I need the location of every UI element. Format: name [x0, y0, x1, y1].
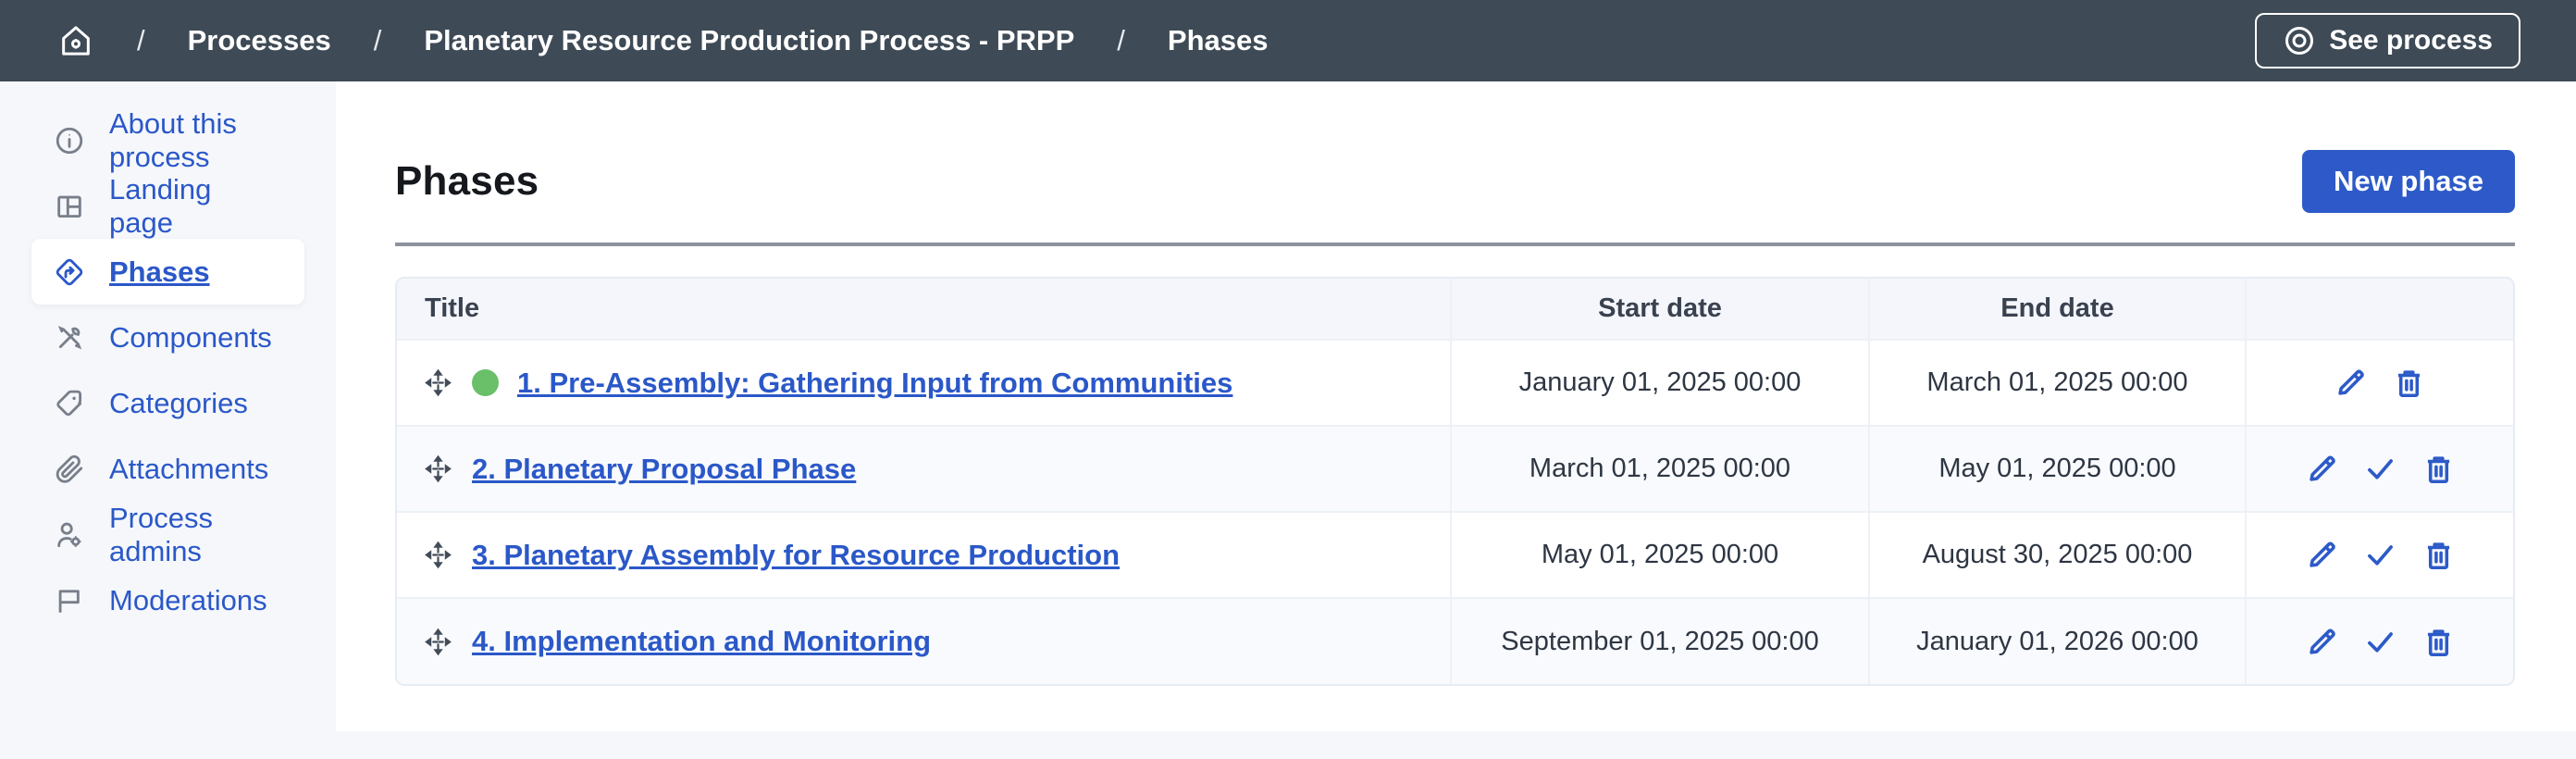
topbar: / Processes / Planetary Resource Product…: [0, 0, 2576, 81]
sidebar-item-label: About this process: [109, 107, 282, 174]
sidebar-item-attachments[interactable]: Attachments: [31, 436, 304, 502]
trash-icon: [2421, 538, 2456, 572]
breadcrumb-separator: /: [374, 24, 382, 57]
new-phase-button[interactable]: New phase: [2302, 150, 2515, 213]
drag-handle[interactable]: [423, 454, 453, 484]
start-date: March 01, 2025 00:00: [1451, 426, 1869, 512]
end-date: August 30, 2025 00:00: [1869, 512, 2246, 598]
trash-icon: [2421, 625, 2456, 659]
eye-icon: [2283, 24, 2316, 57]
main-content: Phases New phase Title Start date End da…: [336, 81, 2576, 731]
see-process-label: See process: [2329, 25, 2493, 56]
move-icon: [423, 627, 453, 657]
edit-phase-button[interactable]: [2305, 538, 2339, 572]
sidebar-item-landing-page[interactable]: Landing page: [31, 173, 304, 239]
table-header-row: Title Start date End date: [397, 279, 2513, 340]
header-end-date: End date: [1869, 279, 2246, 340]
pencil-icon: [2334, 366, 2368, 400]
breadcrumb-separator: /: [1117, 24, 1125, 57]
sidebar-item-label: Moderations: [109, 584, 267, 617]
breadcrumb-separator: /: [137, 24, 145, 57]
pencil-icon: [2305, 625, 2339, 659]
table-row: 1. Pre-Assembly: Gathering Input from Co…: [397, 340, 2513, 426]
delete-phase-button[interactable]: [2421, 538, 2456, 572]
end-date: March 01, 2025 00:00: [1869, 340, 2246, 426]
sidebar-item-moderations[interactable]: Moderations: [31, 567, 304, 633]
sidebar-item-label: Components: [109, 321, 272, 355]
delete-phase-button[interactable]: [2421, 625, 2456, 659]
move-icon: [423, 454, 453, 484]
drag-handle[interactable]: [423, 627, 453, 657]
home-link[interactable]: [57, 22, 94, 59]
page-title: Phases: [395, 158, 539, 205]
pencil-icon: [2305, 452, 2339, 486]
sidebar: About this process Landing page Phases C…: [0, 81, 336, 759]
table-row: 3. Planetary Assembly for Resource Produ…: [397, 512, 2513, 598]
drag-handle[interactable]: [423, 367, 453, 398]
delete-phase-button[interactable]: [2392, 366, 2426, 400]
active-phase-indicator: [472, 369, 499, 396]
move-icon: [423, 367, 453, 398]
trash-icon: [2421, 452, 2456, 486]
tag-icon: [54, 388, 85, 419]
check-icon: [2363, 452, 2397, 486]
breadcrumb-phases[interactable]: Phases: [1168, 24, 1269, 57]
phases-icon: [54, 256, 85, 288]
admin-page: / Processes / Planetary Resource Product…: [0, 0, 2576, 759]
edit-phase-button[interactable]: [2305, 452, 2339, 486]
phase-link[interactable]: 4. Implementation and Monitoring: [472, 625, 931, 658]
phases-table: Title Start date End date: [395, 277, 2515, 686]
breadcrumb-processes[interactable]: Processes: [188, 24, 331, 57]
start-date: May 01, 2025 00:00: [1451, 512, 1869, 598]
layout-icon: [54, 191, 85, 222]
sidebar-item-label: Categories: [109, 387, 248, 420]
phase-link[interactable]: 1. Pre-Assembly: Gathering Input from Co…: [517, 367, 1232, 400]
start-date: January 01, 2025 00:00: [1451, 340, 1869, 426]
breadcrumb-process-name[interactable]: Planetary Resource Production Process - …: [424, 24, 1074, 57]
end-date: January 01, 2026 00:00: [1869, 598, 2246, 684]
breadcrumb: / Processes / Planetary Resource Product…: [57, 22, 1268, 59]
sidebar-item-label: Phases: [109, 255, 210, 289]
sidebar-item-phases[interactable]: Phases: [31, 239, 304, 305]
sidebar-item-process-admins[interactable]: Process admins: [31, 502, 304, 567]
move-icon: [423, 540, 453, 570]
tools-icon: [54, 322, 85, 354]
sidebar-item-label: Landing page: [109, 173, 282, 240]
header-start-date: Start date: [1451, 279, 1869, 340]
end-date: May 01, 2025 00:00: [1869, 426, 2246, 512]
activate-phase-button[interactable]: [2363, 538, 2397, 572]
paperclip-icon: [54, 454, 85, 485]
activate-phase-button[interactable]: [2363, 625, 2397, 659]
sidebar-item-label: Attachments: [109, 453, 268, 486]
sidebar-item-about[interactable]: About this process: [31, 107, 304, 173]
title-divider: [395, 243, 2515, 246]
edit-phase-button[interactable]: [2305, 625, 2339, 659]
check-icon: [2363, 625, 2397, 659]
info-icon: [54, 125, 85, 156]
activate-phase-button[interactable]: [2363, 452, 2397, 486]
table-row: 2. Planetary Proposal Phase March 01, 20…: [397, 426, 2513, 512]
drag-handle[interactable]: [423, 540, 453, 570]
sidebar-item-categories[interactable]: Categories: [31, 370, 304, 436]
phase-link[interactable]: 3. Planetary Assembly for Resource Produ…: [472, 539, 1120, 572]
delete-phase-button[interactable]: [2421, 452, 2456, 486]
start-date: September 01, 2025 00:00: [1451, 598, 1869, 684]
header-title: Title: [397, 279, 1451, 340]
edit-phase-button[interactable]: [2334, 366, 2368, 400]
header-actions: [2246, 279, 2513, 340]
phase-link[interactable]: 2. Planetary Proposal Phase: [472, 453, 856, 486]
check-icon: [2363, 538, 2397, 572]
home-icon: [57, 22, 94, 59]
see-process-button[interactable]: See process: [2255, 13, 2520, 68]
user-gear-icon: [54, 519, 85, 551]
flag-icon: [54, 585, 85, 616]
trash-icon: [2392, 366, 2426, 400]
pencil-icon: [2305, 538, 2339, 572]
table-row: 4. Implementation and Monitoring Septemb…: [397, 598, 2513, 684]
sidebar-item-label: Process admins: [109, 502, 282, 568]
sidebar-item-components[interactable]: Components: [31, 305, 304, 370]
